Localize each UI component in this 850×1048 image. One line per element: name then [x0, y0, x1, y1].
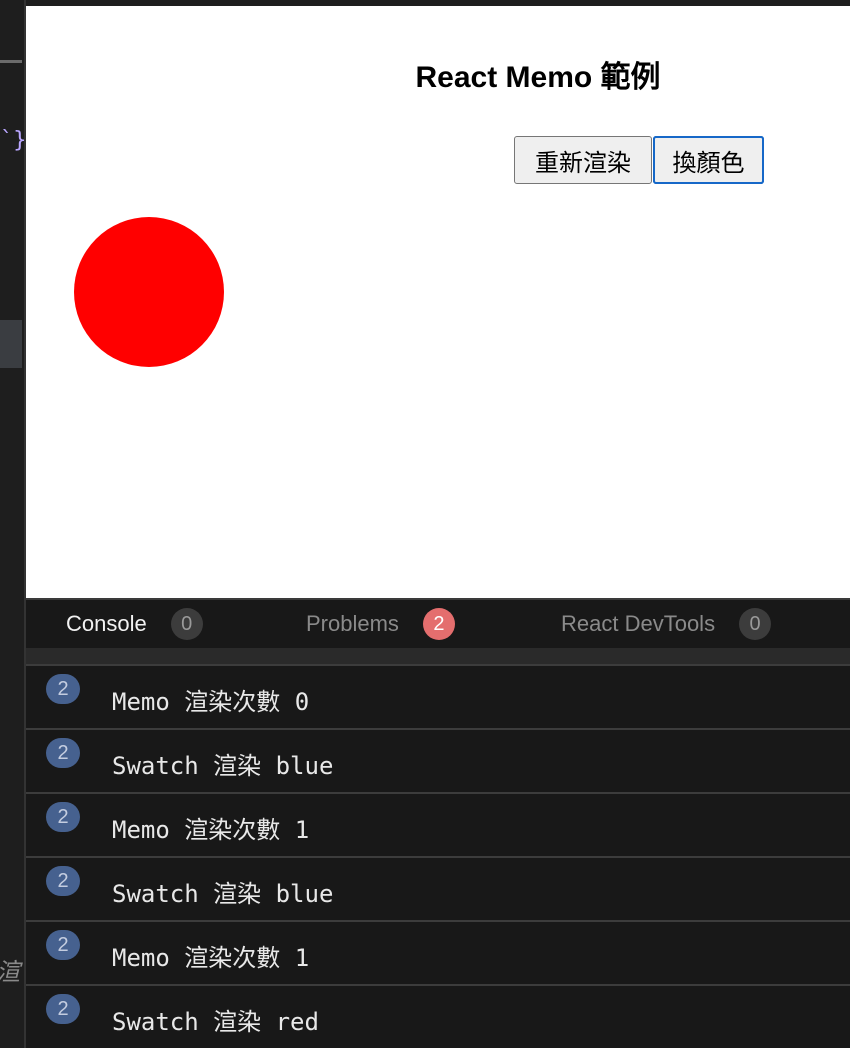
log-message: Swatch 渲染 blue [112, 752, 334, 780]
log-repeat-count: 2 [46, 674, 80, 704]
log-message: Memo 渲染次數 0 [112, 688, 310, 716]
editor-divider [0, 60, 22, 63]
log-row: 2 Memo 渲染次數 0 [26, 666, 850, 730]
tab-problems[interactable]: Problems 2 [306, 600, 455, 648]
color-swatch-circle [74, 217, 224, 367]
page-title: React Memo 範例 [415, 61, 661, 94]
tab-problems-label: Problems [306, 611, 399, 636]
tab-react-devtools-label: React DevTools [561, 611, 716, 636]
log-row: 2 Memo 渲染次數 1 [26, 922, 850, 986]
log-repeat-count: 2 [46, 802, 80, 832]
code-glyph: `} [0, 128, 24, 153]
console-log-list: 2 Memo 渲染次數 0 2 Swatch 渲染 blue 2 Memo 渲染… [26, 666, 850, 1048]
log-message: Swatch 渲染 blue [112, 880, 334, 908]
devtools-tabbar: Console 0 Problems 2 React DevTools 0 [26, 600, 850, 648]
problems-count-badge: 2 [422, 608, 455, 640]
tab-console[interactable]: Console 0 [66, 600, 203, 648]
log-repeat-count: 2 [46, 866, 80, 896]
log-row: 2 Memo 渲染次數 1 [26, 794, 850, 858]
log-row: 2 Swatch 渲染 blue [26, 730, 850, 794]
log-repeat-count: 2 [46, 738, 80, 768]
log-message: Swatch 渲染 red [112, 1008, 319, 1036]
tab-react-devtools[interactable]: React DevTools 0 [561, 600, 772, 648]
preview-pane: React Memo 範例 重新渲染 換顏色 [26, 0, 850, 598]
devtools-panel: Console 0 Problems 2 React DevTools 0 2 … [26, 598, 850, 1048]
rerender-button[interactable]: 重新渲染 [514, 136, 652, 184]
console-count-badge: 0 [170, 608, 203, 640]
log-repeat-count: 2 [46, 930, 80, 960]
console-toolbar [26, 648, 850, 666]
code-fragment: 渲 [0, 952, 20, 987]
log-message: Memo 渲染次數 1 [112, 816, 310, 844]
react-devtools-count-badge: 0 [739, 608, 772, 640]
tab-console-label: Console [66, 611, 147, 636]
swap-color-button[interactable]: 換顏色 [653, 136, 764, 184]
log-repeat-count: 2 [46, 994, 80, 1024]
log-row: 2 Swatch 渲染 red [26, 986, 850, 1048]
log-message: Memo 渲染次數 1 [112, 944, 310, 972]
code-editor-edge: `} 渲 [0, 0, 24, 1048]
editor-line-highlight [0, 320, 22, 368]
log-row: 2 Swatch 渲染 blue [26, 858, 850, 922]
sandbox-window: `} 渲 React Memo 範例 重新渲染 換顏色 Console 0 Pr… [0, 0, 850, 1048]
